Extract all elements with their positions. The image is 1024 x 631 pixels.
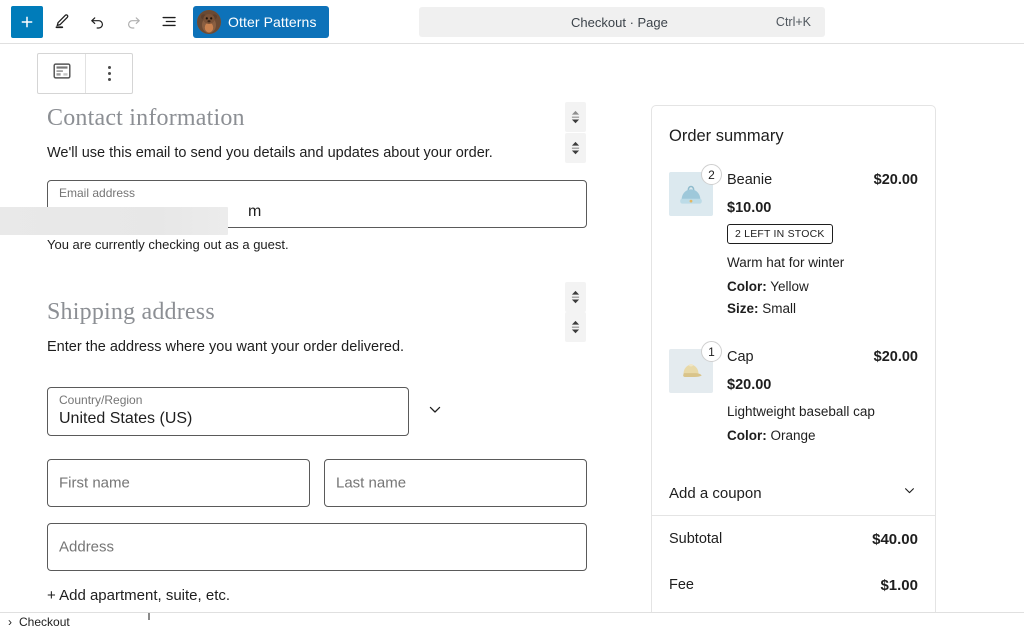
first-name-field[interactable]: First name <box>47 459 310 508</box>
country-select[interactable]: Country/Region United States (US) <box>47 387 409 437</box>
checkout-form: Contact information We'll use this email… <box>0 104 587 612</box>
undo-button[interactable] <box>79 4 115 40</box>
otter-patterns-button[interactable]: Otter Patterns <box>193 5 329 38</box>
order-item-attribute: Size: Small <box>727 301 918 316</box>
order-item-qty-badge: 2 <box>701 164 722 185</box>
command-bar[interactable]: Checkout · Page Ctrl+K <box>419 7 825 37</box>
order-item-body: Beanie $20.00 $10.00 2 LEFT IN STOCK War… <box>727 172 918 316</box>
shipping-description: Enter the address where you want your or… <box>47 338 405 355</box>
guest-checkout-note: You are currently checking out as a gues… <box>47 237 289 253</box>
order-item-attribute-label: Size: <box>727 301 759 317</box>
order-item-description: Warm hat for winter <box>727 255 845 270</box>
last-name-field[interactable]: Last name <box>324 459 587 508</box>
order-summary-panel: Order summary 2 Beanie $20.00 $10.00 2 L… <box>651 105 936 612</box>
contact-description: We'll use this email to send you details… <box>47 144 493 161</box>
command-bar-shortcut: Ctrl+K <box>775 15 811 29</box>
chevron-down-icon[interactable] <box>425 399 445 424</box>
block-mover-shipping-description[interactable] <box>565 312 586 342</box>
command-bar-title: Checkout · Page <box>571 14 668 30</box>
contact-heading: Contact information <box>47 105 245 131</box>
plus-icon <box>18 13 36 31</box>
order-item-unit-price: $10.00 <box>727 200 772 216</box>
country-select-label: Country/Region <box>59 393 143 408</box>
undo-icon <box>88 12 107 31</box>
breadcrumb: › Checkout <box>0 612 1024 631</box>
order-totals: Subtotal $40.00 Fee $1.00 <box>652 516 935 608</box>
list-view-icon <box>160 12 179 31</box>
order-item: 2 Beanie $20.00 $10.00 2 LEFT IN STOCK W… <box>669 164 918 316</box>
add-coupon-label: Add a coupon <box>669 484 762 502</box>
breadcrumb-item-checkout[interactable]: Checkout <box>19 615 70 629</box>
order-item-line-total: $20.00 <box>873 349 918 366</box>
list-view-button[interactable] <box>151 4 187 40</box>
total-label: Fee <box>669 577 694 594</box>
editor-toolbar-left: Otter Patterns <box>0 4 329 40</box>
more-options-icon <box>107 66 111 81</box>
otter-patterns-label: Otter Patterns <box>228 13 317 30</box>
block-mover-contact-heading[interactable] <box>565 102 586 132</box>
order-item-attribute-value: Yellow <box>770 279 809 295</box>
order-item-unit-price: $20.00 <box>727 377 772 394</box>
checkout-block-icon <box>51 60 73 87</box>
email-field-label: Email address <box>59 186 136 201</box>
order-item-thumb-wrap: 2 <box>669 164 722 316</box>
block-toolbar <box>37 53 133 94</box>
order-item-head: Beanie $20.00 <box>727 172 918 188</box>
country-select-wrap: Country/Region United States (US) <box>47 387 441 437</box>
order-items-list: 2 Beanie $20.00 $10.00 2 LEFT IN STOCK W… <box>652 146 935 443</box>
order-item-stock-badge: 2 LEFT IN STOCK <box>727 224 833 244</box>
chevron-down-icon <box>901 482 918 504</box>
email-field-value: m <box>248 203 262 221</box>
email-redaction-overlay <box>0 207 228 236</box>
order-item-attribute: Color: Orange <box>727 428 918 443</box>
editor-top-bar: Otter Patterns Checkout · Page Ctrl+K <box>0 0 1024 44</box>
total-row: Subtotal $40.00 <box>669 516 918 562</box>
order-item-description: Lightweight baseball cap <box>727 404 875 420</box>
add-block-button[interactable] <box>11 5 43 38</box>
email-field[interactable]: Email address m <box>0 180 587 236</box>
order-item-body: Cap $20.00 $20.00 Lightweight baseball c… <box>727 349 918 443</box>
order-item-thumb-wrap: 1 <box>669 341 722 443</box>
block-options-button[interactable] <box>85 54 132 93</box>
order-summary-title: Order summary <box>669 127 784 145</box>
add-apartment-link[interactable]: + Add apartment, suite, etc. <box>47 587 587 604</box>
name-fields-row: First name Last name <box>47 459 587 508</box>
order-item-attribute: Color: Yellow <box>727 279 918 294</box>
block-type-button[interactable] <box>38 54 85 93</box>
address-field[interactable]: Address <box>47 523 587 572</box>
order-item-head: Cap $20.00 <box>727 349 918 365</box>
order-item-attribute-value: Orange <box>770 428 816 444</box>
redo-button[interactable] <box>115 4 151 40</box>
last-name-placeholder: Last name <box>336 474 407 492</box>
scroll-indicator <box>148 613 150 620</box>
order-item-line-total: $20.00 <box>873 172 918 188</box>
redo-icon <box>124 12 143 31</box>
total-label: Subtotal <box>669 531 723 548</box>
order-item: 1 Cap $20.00 $20.00 Lightweight baseball… <box>669 341 918 443</box>
total-value: $40.00 <box>872 530 918 548</box>
order-item-attribute-value: Small <box>762 301 797 317</box>
total-row: Fee $1.00 <box>669 562 918 608</box>
edit-tools-button[interactable] <box>43 4 79 40</box>
first-name-placeholder: First name <box>59 474 130 492</box>
address-placeholder: Address <box>59 538 115 556</box>
order-item-attribute-label: Color: <box>727 428 767 444</box>
pencil-icon <box>52 12 71 31</box>
editor-canvas: Contact information We'll use this email… <box>0 44 1024 612</box>
shipping-heading: Shipping address <box>47 299 215 326</box>
contact-information-section: Contact information We'll use this email… <box>0 104 587 253</box>
otter-avatar <box>197 9 221 34</box>
shipping-address-section: Shipping address Enter the address where… <box>47 298 587 612</box>
block-mover-contact-description[interactable] <box>565 133 586 163</box>
order-item-name: Beanie <box>727 172 773 188</box>
country-select-value: United States (US) <box>59 410 193 428</box>
order-item-qty-badge: 1 <box>701 341 722 363</box>
order-item-attribute-label: Color: <box>727 279 767 295</box>
total-value: $1.00 <box>880 576 918 594</box>
add-coupon-row[interactable]: Add a coupon <box>652 471 935 515</box>
order-item-name: Cap <box>727 349 754 366</box>
block-mover-shipping-heading[interactable] <box>565 282 586 312</box>
breadcrumb-chevron: › <box>8 615 12 629</box>
